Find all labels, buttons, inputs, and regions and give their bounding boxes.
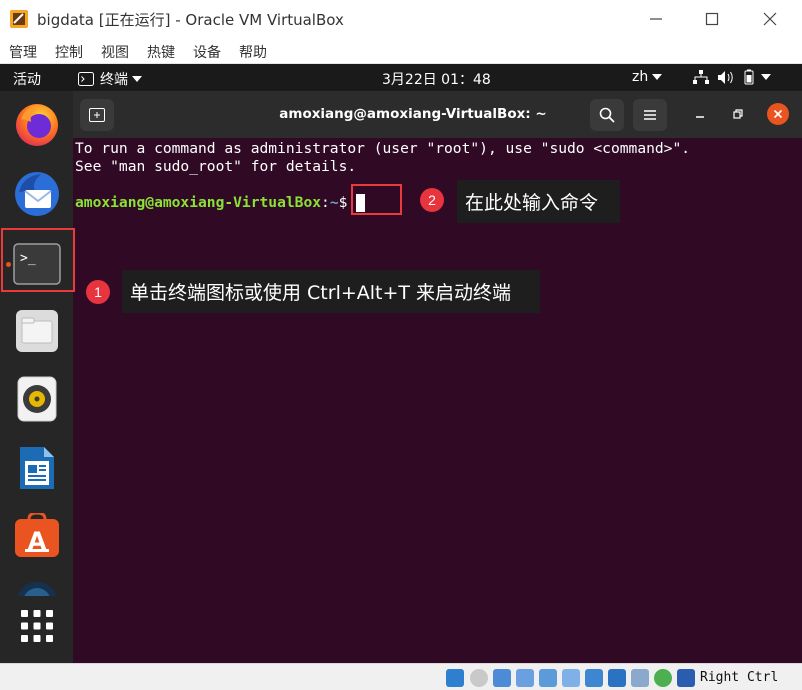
terminal-title: amoxiang@amoxiang-VirtualBox: ~ [279, 106, 547, 122]
highlight-box-prompt [351, 184, 402, 215]
prompt-path: ~ [329, 194, 339, 211]
dock-libreoffice-writer[interactable] [12, 443, 62, 493]
minimize-icon [650, 18, 662, 20]
menu-view[interactable]: 视图 [101, 42, 129, 62]
chevron-down-icon [652, 74, 663, 80]
app-menu-terminal[interactable]: 终端 [78, 69, 142, 89]
minimize-icon [696, 116, 704, 118]
shared-folders-icon[interactable] [562, 669, 580, 687]
dock-firefox[interactable] [12, 99, 62, 149]
terminal-maximize-button[interactable] [727, 103, 749, 125]
terminal-window[interactable]: amoxiang@amoxiang-VirtualBox: ~ To run a… [73, 91, 802, 663]
restore-icon [733, 109, 743, 119]
maximize-button[interactable] [684, 0, 740, 38]
search-button[interactable] [590, 99, 624, 131]
activities-button[interactable]: 活动 [13, 69, 41, 89]
virtualbox-app-icon [10, 10, 28, 28]
new-tab-icon [89, 108, 105, 122]
dock-ubuntu-software[interactable]: A [12, 511, 62, 561]
terminal-prompt-line[interactable]: amoxiang@amoxiang-VirtualBox:~$ [75, 194, 366, 212]
menu-hotkeys[interactable]: 热键 [147, 42, 175, 62]
chevron-down-icon [132, 76, 142, 82]
terminal-line: See "man sudo_root" for details. [75, 158, 357, 175]
terminal-small-icon [78, 72, 94, 86]
dock-thunderbird[interactable] [12, 169, 62, 219]
ubuntu-top-bar: 活动 终端 3月22日 01：48 zh [0, 64, 802, 91]
guest-additions-icon[interactable] [654, 669, 672, 687]
menu-help[interactable]: 帮助 [239, 42, 267, 62]
network-adapter-icon[interactable] [516, 669, 534, 687]
step-badge-2: 2 [420, 188, 444, 212]
minimize-button[interactable] [628, 0, 684, 38]
terminal-line: To run a command as administrator (user … [75, 140, 691, 157]
callout-step-2: 在此处输入命令 [457, 180, 620, 223]
rhythmbox-icon [17, 376, 57, 422]
terminal-minimize-button[interactable] [689, 103, 711, 125]
menu-control[interactable]: 控制 [55, 42, 83, 62]
ubuntu-dock: >_ A [0, 91, 73, 663]
show-apps-icon [21, 610, 53, 642]
dock-files[interactable] [12, 306, 62, 356]
app-menu-label: 终端 [100, 72, 128, 88]
hamburger-menu-icon [644, 110, 656, 120]
dock-rhythmbox[interactable] [12, 374, 62, 424]
menu-bar: 管理 控制 视图 热键 设备 帮助 [0, 38, 802, 64]
clock[interactable]: 3月22日 01：48 [382, 69, 491, 89]
maximize-icon [705, 12, 719, 26]
close-window-button[interactable] [742, 0, 798, 38]
host-key-label: Right Ctrl [700, 670, 779, 685]
step-badge-1: 1 [86, 280, 110, 304]
hard-disk-icon[interactable] [446, 669, 464, 687]
highlight-box-terminal-icon [1, 228, 75, 292]
files-icon [16, 310, 58, 352]
menu-manage[interactable]: 管理 [9, 42, 37, 62]
prompt-separator: : [321, 194, 330, 211]
window-title: bigdata [正在运行] - Oracle VM VirtualBox [37, 11, 344, 29]
usb-icon[interactable] [539, 669, 557, 687]
video-capture-icon[interactable] [608, 669, 626, 687]
prompt-user-host: amoxiang@amoxiang-VirtualBox [75, 194, 322, 211]
callout-step-1: 单击终端图标或使用 Ctrl+Alt+T 来启动终端 [122, 270, 540, 313]
input-method-label: zh [632, 69, 649, 85]
window-titlebar: bigdata [正在运行] - Oracle VM VirtualBox [0, 0, 802, 38]
libreoffice-writer-icon [20, 447, 54, 489]
mouse-integration-icon[interactable] [677, 669, 695, 687]
terminal-close-button[interactable] [767, 103, 789, 125]
close-icon [773, 109, 783, 119]
virtualization-icon[interactable] [631, 669, 649, 687]
display-icon[interactable] [585, 669, 603, 687]
show-applications-button[interactable] [12, 601, 62, 651]
battery-icon [744, 69, 754, 85]
input-method-menu[interactable]: zh [632, 69, 663, 85]
ubuntu-software-icon: A [15, 513, 59, 557]
close-icon [763, 12, 777, 26]
new-tab-button[interactable] [80, 99, 114, 131]
system-status-area[interactable] [693, 69, 771, 85]
audio-icon[interactable] [493, 669, 511, 687]
optical-drive-icon[interactable] [470, 669, 488, 687]
chevron-down-icon [761, 74, 771, 80]
network-icon [693, 69, 709, 84]
hamburger-menu-button[interactable] [633, 99, 667, 131]
volume-icon [718, 70, 733, 84]
prompt-symbol: $ [338, 194, 348, 211]
terminal-headerbar: amoxiang@amoxiang-VirtualBox: ~ [73, 91, 802, 138]
thunderbird-icon [15, 172, 59, 216]
firefox-icon [16, 104, 58, 146]
search-icon [599, 107, 615, 123]
menu-devices[interactable]: 设备 [193, 42, 221, 62]
vm-status-bar: Right Ctrl [0, 663, 802, 690]
